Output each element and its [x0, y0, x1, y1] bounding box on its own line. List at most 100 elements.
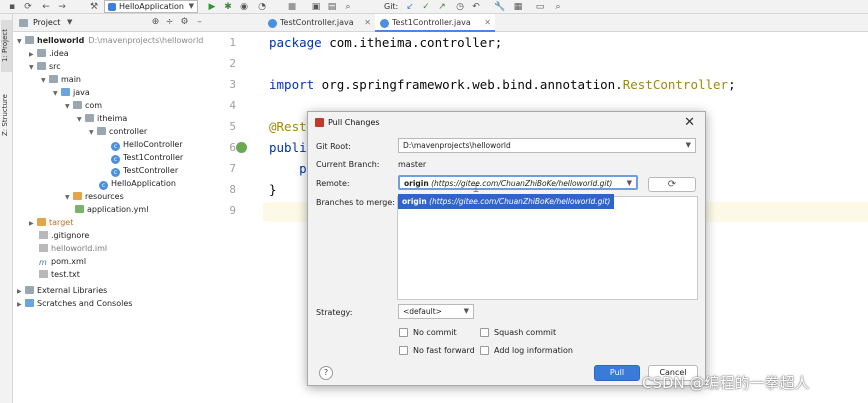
debug-icon[interactable]: ✱ [222, 1, 234, 13]
tree-item-label: src [49, 62, 61, 71]
pull-button[interactable]: Pull [594, 365, 640, 381]
tree-item-helloworld[interactable]: ▼ helloworld D:\mavenprojects\helloworld [17, 34, 203, 47]
class-icon: c [111, 142, 120, 151]
tree-item-idea[interactable]: ▶ .idea [29, 47, 69, 60]
close-icon[interactable]: ✕ [684, 115, 695, 130]
search-everywhere-icon[interactable]: ⌕ [342, 1, 354, 13]
tree-item-gitignore[interactable]: .gitignore [39, 229, 89, 242]
presentation-icon[interactable]: ▭ [534, 1, 546, 13]
branches-to-merge-list[interactable] [397, 196, 698, 300]
structure-tool-tab[interactable]: Z: Structure [1, 86, 12, 144]
no-fast-forward-checkbox[interactable] [399, 346, 408, 355]
yml-file-icon [75, 205, 84, 213]
run-configuration-label: HelloApplication [119, 2, 184, 11]
locate-icon[interactable]: ⊕ [150, 17, 161, 28]
tree-item-label: .idea [49, 49, 69, 58]
forward-icon[interactable]: → [56, 1, 68, 13]
remote-dropdown-option[interactable]: origin (https://gitee.com/ChuanZhiBoKe/h… [398, 194, 614, 209]
code-line-6: publi [269, 140, 307, 155]
code-line-5: @Rest [269, 119, 307, 134]
add-log-information-checkbox[interactable] [480, 346, 489, 355]
profile-icon[interactable]: ◔ [256, 1, 268, 13]
structure-icon[interactable]: ▦ [512, 1, 524, 13]
run-icon[interactable]: ▶ [206, 1, 218, 13]
tab-testcontroller[interactable]: TestController.java ✕ [263, 14, 375, 32]
tree-item-application-yml[interactable]: application.yml [75, 203, 148, 216]
git-root-label: Git Root: [316, 142, 351, 151]
tree-item-java[interactable]: ▼ java [53, 86, 90, 99]
remote-select[interactable]: origin (https://gitee.com/ChuanZhiBoKe/h… [398, 175, 638, 190]
squash-commit-label: Squash commit [494, 328, 557, 337]
settings-icon[interactable]: 🔧 [494, 1, 506, 13]
tab-test1controller[interactable]: Test1Controller.java ✕ [375, 14, 495, 32]
chevron-down-icon: ▼ [53, 90, 58, 97]
remote-url: (https://gitee.com/ChuanZhiBoKe/hellowor… [431, 179, 613, 188]
tab-label: TestController.java [280, 18, 354, 27]
project-panel-title[interactable]: Project [33, 18, 60, 27]
tree-item-target[interactable]: ▶ target [29, 216, 73, 229]
tree-item-external-libraries[interactable]: ▶ External Libraries [17, 284, 107, 297]
search-icon[interactable]: ⌕ [552, 1, 564, 13]
hammer-icon[interactable]: ⚒ [88, 1, 100, 13]
tree-item-label: main [61, 75, 81, 84]
spring-class-icon: c [99, 181, 108, 190]
project-tool-tab[interactable]: 1: Project [1, 20, 12, 72]
tree-item-label: pom.xml [51, 257, 87, 266]
spring-bean-gutter-icon[interactable] [236, 142, 247, 153]
tree-item-resources[interactable]: ▼ resources [65, 190, 124, 203]
stop-icon[interactable]: ■ [286, 1, 298, 13]
coverage-icon[interactable]: ◉ [238, 1, 250, 13]
add-log-information-label: Add log information [494, 346, 573, 355]
chevron-down-icon[interactable]: ▼ [67, 18, 72, 26]
tree-item-helloworld-iml[interactable]: helloworld.iml [39, 242, 107, 255]
tree-item-pom-xml[interactable]: m pom.xml [39, 255, 86, 268]
tree-item-test-txt[interactable]: test.txt [39, 268, 80, 281]
tree-item-com[interactable]: ▼ com [65, 99, 102, 112]
line-number: 3 [229, 78, 236, 91]
line-number: 1 [229, 36, 236, 49]
tree-item-test1controller[interactable]: c Test1Controller [111, 151, 183, 164]
folder-icon [37, 62, 46, 70]
strategy-select[interactable]: <default> ▼ [398, 304, 474, 319]
editor-gutter: 1 2 3 4 5 6 7 8 9 [208, 32, 263, 403]
git-root-select[interactable]: D:\mavenprojects\helloworld ▼ [398, 138, 696, 153]
back-icon[interactable]: ← [40, 1, 52, 13]
commit-icon[interactable]: ✓ [420, 1, 432, 13]
tree-item-scratches[interactable]: ▶ Scratches and Consoles [17, 297, 132, 310]
update-project-icon[interactable]: ↙ [404, 1, 416, 13]
collapse-all-icon[interactable]: ÷ [164, 17, 175, 28]
text-file-icon [39, 270, 48, 278]
left-tool-stripe: 1: Project Z: Structure [0, 14, 13, 403]
rollback-icon[interactable]: ↶ [470, 1, 482, 13]
tree-item-label: com [85, 101, 103, 110]
no-commit-checkbox[interactable] [399, 328, 408, 337]
maven-file-icon: m [39, 258, 47, 267]
close-icon[interactable]: ✕ [364, 14, 371, 32]
layout-icon[interactable]: ▣ [310, 1, 322, 13]
tree-item-hellocontroller[interactable]: c HelloController [111, 138, 183, 151]
help-button[interactable]: ? [319, 366, 333, 380]
refresh-remote-button[interactable]: ⟳ [648, 177, 696, 192]
tree-item-label: helloworld.iml [51, 244, 108, 253]
run-configuration-select[interactable]: HelloApplication ▼ [104, 0, 198, 13]
chevron-down-icon: ▼ [626, 179, 632, 187]
tree-item-main[interactable]: ▼ main [41, 73, 81, 86]
main-toolbar: ▪ ⟳ ← → ⚒ HelloApplication ▼ ▶ ✱ ◉ ◔ ■ ▣… [0, 0, 868, 14]
save-icon[interactable]: ▪ [6, 1, 18, 13]
minimize-icon[interactable]: – [194, 17, 205, 28]
library-icon [25, 286, 34, 294]
close-icon[interactable]: ✕ [484, 14, 491, 32]
history-icon[interactable]: ◷ [454, 1, 466, 13]
tree-item-src[interactable]: ▼ src [29, 60, 61, 73]
tree-item-label: HelloController [123, 140, 183, 149]
tree-item-itheima[interactable]: ▼ itheima [77, 112, 127, 125]
project-panel-header: Project ▼ ⊕ ÷ ⚙ – [13, 14, 263, 32]
gear-icon[interactable]: ⚙ [179, 17, 190, 28]
squash-commit-checkbox[interactable] [480, 328, 489, 337]
build-icon[interactable]: ▤ [326, 1, 338, 13]
push-icon[interactable]: ↗ [436, 1, 448, 13]
tree-item-helloapplication[interactable]: c HelloApplication [99, 177, 176, 190]
sync-icon[interactable]: ⟳ [22, 1, 34, 13]
tree-item-testcontroller[interactable]: c TestController [111, 164, 178, 177]
tree-item-controller[interactable]: ▼ controller [89, 125, 147, 138]
